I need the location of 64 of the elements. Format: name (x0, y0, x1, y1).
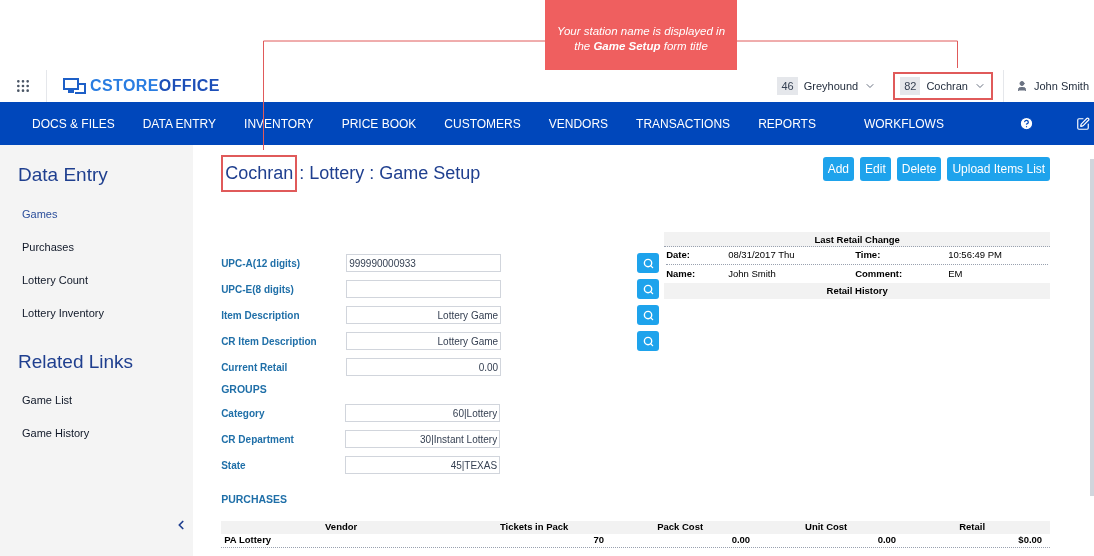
panel-header: Last Retail Change (664, 232, 1051, 247)
station-name: Greyhound (803, 78, 859, 94)
table-cell-text: 0.00 (730, 533, 752, 548)
sidebar-heading: Related Links (17, 349, 135, 374)
sidebar-item[interactable]: Purchases (0, 238, 194, 272)
column-header: Pack Cost (656, 520, 705, 535)
field-label: Current Retail (221, 360, 289, 375)
station-number: 82 (900, 76, 921, 96)
nav-item[interactable]: CUSTOMERS (444, 114, 521, 133)
section-heading: GROUPS (221, 382, 268, 398)
column-header: Retail (958, 520, 987, 535)
input-field[interactable]: 999990000933 (346, 254, 502, 272)
info-value: 10:56:49 PM (948, 248, 1002, 263)
info-label: Name: (666, 266, 697, 281)
nav-item[interactable]: TRANSACTIONS (636, 114, 731, 133)
field-label: UPC-A(12 digits) (221, 256, 302, 271)
column-header: Vendor (324, 520, 359, 535)
info-value: 08/31/2017 Thu (728, 248, 796, 263)
input-field[interactable]: Lottery Game (346, 332, 502, 350)
station-selector[interactable]: 82 Cochran (893, 72, 993, 100)
column-header: Unit Cost (804, 520, 849, 535)
input-field[interactable]: 45|TEXAS (345, 456, 501, 474)
station-name: Cochran (926, 78, 968, 94)
callout: Your station name is displayed in the Game Setup form title (545, 0, 737, 70)
table-cell-text: $0.00 (1017, 533, 1044, 548)
field-label: CR Department (221, 432, 295, 447)
sidebar-item[interactable]: Lottery Count (0, 271, 194, 305)
input-field[interactable]: 30|Instant Lottery (345, 430, 501, 448)
station-selector[interactable]: 46 Greyhound (770, 72, 884, 100)
field-label: Item Description (221, 308, 301, 323)
field-label: UPC-E(8 digits) (221, 282, 295, 297)
input-field[interactable]: 0.00 (346, 358, 502, 376)
nav-item[interactable]: WORKFLOWS (863, 114, 944, 133)
user-name[interactable]: John Smith (1033, 77, 1089, 95)
info-value: EM (948, 266, 963, 281)
info-label: Time: (855, 248, 882, 263)
sidebar-heading: Data Entry (17, 163, 109, 187)
field-label: CR Item Description (221, 334, 318, 349)
field-label: Category (221, 406, 266, 421)
field-label: State (221, 458, 247, 473)
input-field[interactable]: 60|Lottery (345, 404, 501, 422)
panel-footer: Retail History (664, 283, 1051, 299)
sidebar-item[interactable]: Games (0, 205, 194, 239)
nav-item[interactable]: DATA ENTRY (142, 114, 217, 133)
station-title: Cochran (221, 155, 298, 192)
info-label: Date: (666, 248, 691, 263)
nav-item[interactable]: REPORTS (758, 114, 816, 133)
info-label: Comment: (855, 266, 904, 281)
info-value: John Smith (728, 266, 777, 281)
sidebar-item[interactable]: Game History (0, 425, 194, 458)
station-number: 46 (777, 76, 798, 96)
table-cell-text: 70 (592, 533, 606, 548)
page-title: : Lottery : Game Setup (299, 162, 481, 185)
input-field[interactable]: Lottery Game (346, 306, 502, 324)
column-header: Tickets in Pack (498, 520, 570, 535)
logo-text: CSTOREOFFICE (90, 76, 220, 96)
nav-item[interactable]: VENDORS (548, 114, 609, 133)
nav-item[interactable]: PRICE BOOK (341, 114, 417, 133)
section-heading: PURCHASES (221, 492, 289, 507)
sidebar-item[interactable]: Game List (0, 392, 194, 425)
table-cell-text: 0.00 (876, 533, 898, 548)
nav-item[interactable]: DOCS & FILES (32, 114, 115, 133)
table-cell-text: PA Lottery (223, 533, 273, 548)
sidebar-item[interactable]: Lottery Inventory (0, 304, 194, 338)
